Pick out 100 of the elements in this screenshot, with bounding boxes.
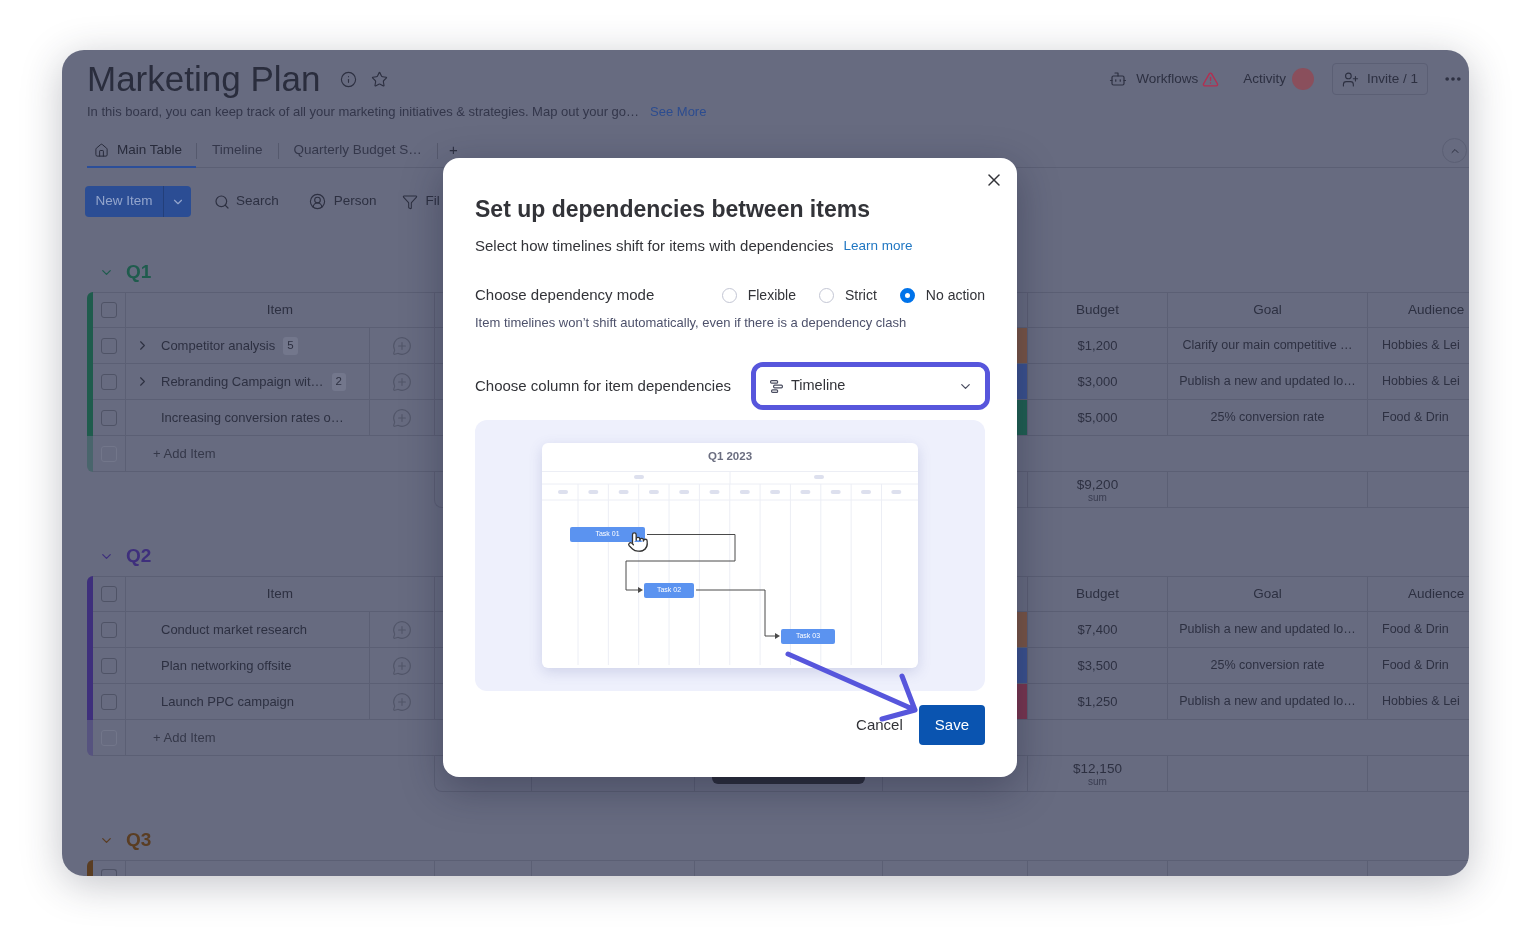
row-checkbox[interactable]	[101, 621, 117, 638]
sum-value: $9,200	[1076, 476, 1119, 492]
person-button[interactable]: Person	[308, 191, 377, 212]
status-color-strip[interactable]	[1017, 400, 1027, 435]
radio-label[interactable]: No action	[925, 284, 985, 306]
add-row-color-bar	[87, 436, 93, 472]
radio-button[interactable]	[899, 287, 915, 303]
subitem-count[interactable]: 2	[331, 372, 346, 391]
hand-cursor-icon	[627, 531, 649, 553]
workflows-link[interactable]: Workflows	[1136, 68, 1199, 90]
table-cell-text: Hobbies & Lei	[1382, 373, 1460, 391]
radio-button[interactable]	[721, 287, 737, 303]
radio-label[interactable]: Strict	[844, 284, 877, 306]
table-cell-text: Clarify our main competitive …	[1182, 337, 1353, 355]
table-cell-text: Publish a new and updated lo…	[1179, 693, 1356, 711]
status-color-strip[interactable]	[1017, 648, 1027, 683]
column-label: Choose column for item dependencies	[475, 375, 731, 396]
column-header: Audience	[1408, 300, 1465, 319]
subitem-count[interactable]: 5	[283, 336, 298, 355]
group-title[interactable]: Q3	[126, 830, 152, 850]
row-checkbox[interactable]	[101, 409, 117, 426]
column-header: Goal	[1253, 584, 1282, 603]
table-cell-text: $3,000	[1077, 372, 1118, 391]
column-header: Audience	[1408, 584, 1465, 603]
timeline-icon	[770, 379, 783, 393]
search-button[interactable]: Search	[214, 191, 279, 212]
add-row-color-bar	[87, 720, 93, 756]
info-icon[interactable]	[340, 70, 358, 88]
table-cell-text: $7,400	[1077, 620, 1118, 639]
item-name[interactable]: Competitor analysis	[161, 335, 276, 356]
search-icon	[214, 193, 230, 210]
column-header: Budget	[1076, 584, 1119, 603]
new-item-button[interactable]: New Item	[85, 186, 163, 217]
add-update-icon[interactable]	[392, 335, 412, 356]
item-name[interactable]: Launch PPC campaign	[161, 691, 294, 712]
invite-button[interactable]: Invite / 1	[1331, 63, 1428, 95]
table-cell-text: 25% conversion rate	[1210, 657, 1325, 675]
filter-icon	[401, 193, 418, 210]
item-name[interactable]: Plan networking offsite	[161, 655, 292, 676]
item-name[interactable]: Conduct market research	[161, 619, 307, 640]
avatar[interactable]	[1291, 68, 1314, 90]
column-header: Budget	[1076, 300, 1119, 319]
radio-label[interactable]: Flexible	[747, 284, 796, 306]
star-icon[interactable]	[371, 70, 389, 88]
table-cell-text: Publish a new and updated lo…	[1179, 621, 1356, 639]
cancel-button[interactable]: Cancel	[856, 705, 903, 745]
table-cell-text: $1,200	[1077, 336, 1118, 355]
save-button[interactable]: Save	[918, 705, 985, 745]
dialog-title: Set up dependencies between items	[475, 195, 871, 224]
item-name[interactable]: Increasing conversion rates o…	[161, 407, 344, 428]
table-cell-text: Hobbies & Lei	[1382, 693, 1460, 711]
add-update-icon[interactable]	[392, 691, 412, 712]
group-title[interactable]: Q2	[126, 546, 152, 566]
table-cell-text: $1,250	[1077, 692, 1118, 711]
column-header: Goal	[1253, 300, 1282, 319]
column-dropdown[interactable]: Timeline	[756, 367, 985, 405]
add-update-icon[interactable]	[392, 407, 412, 428]
sum-value: $12,150	[1073, 760, 1122, 776]
item-name[interactable]: Rebranding Campaign wit…	[161, 371, 324, 392]
table-cell-text: Publish a new and updated lo…	[1179, 373, 1356, 391]
mode-label: Choose dependency mode	[475, 284, 655, 305]
radio-button[interactable]	[818, 287, 834, 303]
add-view-button[interactable]: +	[437, 134, 469, 167]
table-cell-text: Hobbies & Lei	[1382, 337, 1460, 355]
table-cell-text: 25% conversion rate	[1210, 409, 1325, 427]
status-color-strip[interactable]	[1017, 684, 1027, 719]
column-header: Item	[266, 584, 294, 603]
add-update-icon[interactable]	[392, 371, 412, 392]
mode-description: Item timelines won’t shift automatically, even if there is a dependency clash	[475, 314, 908, 332]
view-tab[interactable]: Main Table	[87, 134, 197, 168]
timeline-title: Q1 2023	[707, 448, 753, 464]
table-cell-text: Food & Drin	[1382, 657, 1449, 675]
table-cell-text: $5,000	[1077, 408, 1118, 427]
filter-button[interactable]: Fil	[401, 191, 440, 212]
add-update-icon[interactable]	[392, 655, 412, 676]
group-title[interactable]: Q1	[126, 262, 152, 282]
dialog-subtitle: Select how timelines shift for items with dependencies	[475, 235, 834, 256]
activity-link[interactable]: Activity	[1243, 68, 1286, 90]
dropdown-value: Timeline	[791, 376, 846, 396]
add-person-icon	[1341, 70, 1359, 88]
select-all-checkbox[interactable]	[101, 869, 117, 876]
status-color-strip[interactable]	[1017, 328, 1027, 363]
status-color-strip[interactable]	[1017, 364, 1027, 399]
new-item-dropdown-button[interactable]	[163, 186, 191, 217]
home-icon	[94, 142, 109, 158]
learn-more-link[interactable]: Learn more	[843, 235, 913, 257]
row-checkbox[interactable]	[101, 693, 117, 710]
table-cell-text: $3,500	[1077, 656, 1118, 675]
status-color-strip[interactable]	[1017, 612, 1027, 647]
row-checkbox[interactable]	[101, 657, 117, 674]
add-update-icon[interactable]	[392, 619, 412, 640]
row-checkbox[interactable]	[101, 337, 117, 354]
select-all-checkbox[interactable]	[101, 586, 117, 602]
board-title: Marketing Plan	[87, 60, 321, 98]
robot-icon[interactable]	[1109, 70, 1128, 88]
row-checkbox[interactable]	[101, 373, 117, 390]
see-more-link[interactable]: See More	[650, 102, 707, 122]
table-cell-text: Food & Drin	[1382, 621, 1449, 639]
column-header: Item	[266, 300, 294, 319]
select-all-checkbox[interactable]	[101, 302, 117, 318]
